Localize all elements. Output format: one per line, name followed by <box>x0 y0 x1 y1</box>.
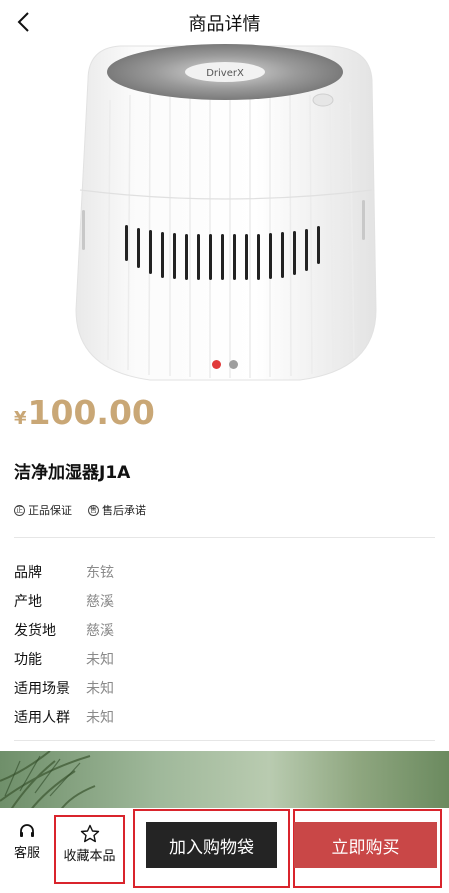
svg-text:DriverX: DriverX <box>206 68 244 79</box>
after-sales-icon: 售 <box>88 504 99 516</box>
badge-authentic: 正 正品保证 <box>14 502 72 518</box>
divider <box>14 537 435 538</box>
spec-value: 未知 <box>86 709 114 726</box>
spec-label: 功能 <box>14 651 42 668</box>
page-title: 商品详情 <box>188 14 261 35</box>
detail-banner-image <box>0 751 449 811</box>
product-image-carousel[interactable]: DriverX <box>0 40 449 385</box>
spec-row: 功能 未知 <box>14 644 434 673</box>
buy-now-button[interactable]: 立即购买 <box>294 822 437 868</box>
favorite-button[interactable]: 收藏本品 <box>56 824 123 864</box>
product-image: DriverX <box>75 44 377 381</box>
spec-row: 适用人群 未知 <box>14 702 434 731</box>
spec-row: 适用场景 未知 <box>14 673 434 702</box>
spec-row: 产地 慈溪 <box>14 586 434 615</box>
palm-leaf-image <box>0 751 96 811</box>
spec-row: 发货地 慈溪 <box>14 615 434 644</box>
headset-icon <box>20 824 34 837</box>
carousel-dot-1[interactable] <box>211 360 221 369</box>
carousel-indicator <box>0 360 449 369</box>
price-value: 100.00 <box>27 393 155 432</box>
add-to-cart-button[interactable]: 加入购物袋 <box>146 822 277 868</box>
spec-value: 慈溪 <box>86 622 114 639</box>
product-name: 洁净加湿器J1A <box>14 463 131 483</box>
spec-label: 产地 <box>14 593 42 610</box>
favorite-label: 收藏本品 <box>63 849 116 864</box>
top-nav-bar: 商品详情 <box>0 0 449 44</box>
spec-label: 发货地 <box>14 622 56 639</box>
spec-value: 未知 <box>86 680 114 697</box>
spec-list: 品牌 东铉 产地 慈溪 发货地 慈溪 功能 未知 适用场景 未知 适用人群 未知 <box>14 557 434 731</box>
spec-value: 未知 <box>86 651 114 668</box>
customer-service-label: 客服 <box>13 846 40 861</box>
service-badges: 正 正品保证 售 售后承诺 <box>14 502 146 518</box>
badge-after-sales: 售 售后承诺 <box>88 502 146 518</box>
spec-row: 品牌 东铉 <box>14 557 434 586</box>
bottom-action-bar: 客服 收藏本品 加入购物袋 立即购买 <box>0 808 449 893</box>
carousel-dot-2[interactable] <box>228 360 238 369</box>
star-icon <box>80 824 99 843</box>
spec-value: 东铉 <box>86 564 114 581</box>
badge-label: 正品保证 <box>28 504 72 517</box>
spec-label: 品牌 <box>14 564 42 581</box>
spec-label: 适用人群 <box>14 709 70 726</box>
spec-label: 适用场景 <box>14 680 70 697</box>
badge-label: 售后承诺 <box>102 504 146 517</box>
divider <box>14 740 435 741</box>
customer-service-button[interactable]: 客服 <box>6 822 48 861</box>
currency-symbol: ¥ <box>14 408 27 429</box>
spec-value: 慈溪 <box>86 593 114 610</box>
authentic-icon: 正 <box>14 504 25 516</box>
price: ¥ 100.00 <box>14 393 155 432</box>
